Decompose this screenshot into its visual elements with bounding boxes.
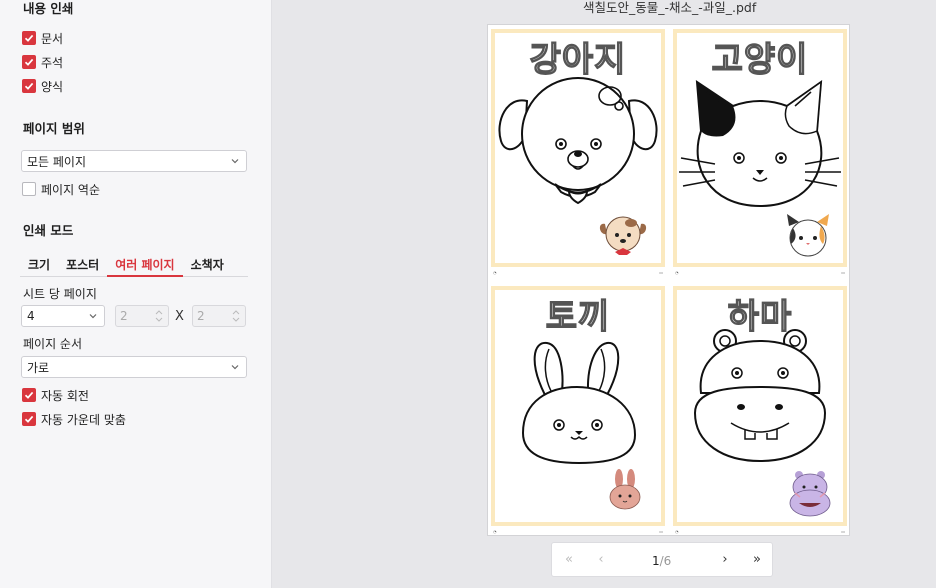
checkbox-label: 자동 가운데 맞춤 xyxy=(41,412,126,427)
brand-mark-icon: ▭ xyxy=(841,529,845,534)
checkbox-checked-icon[interactable] xyxy=(22,79,36,93)
stepper-arrows-icon xyxy=(155,310,163,322)
checkbox-reverse-pages[interactable]: 페이지 역순 xyxy=(22,181,100,197)
checkbox-document[interactable]: 문서 xyxy=(22,30,63,46)
stepper-arrows-icon xyxy=(232,310,240,322)
rows-value: 2 xyxy=(197,309,205,323)
checkbox-label: 문서 xyxy=(41,31,64,46)
tab-booklet[interactable]: 소책자 xyxy=(183,253,232,276)
publisher-logo-icon: ◔ xyxy=(675,529,679,534)
previous-page-icon[interactable]: ‹ xyxy=(594,553,608,567)
current-page-number[interactable]: 1 xyxy=(652,554,660,568)
preview-page-cat: 고양이 ◔ ▭ xyxy=(671,26,849,276)
page-order-label: 페이지 순서 xyxy=(23,337,83,351)
hippo-drawing-icon xyxy=(693,329,831,517)
chevron-down-icon xyxy=(89,314,97,319)
checkbox-checked-icon[interactable] xyxy=(22,388,36,402)
tab-size[interactable]: 크기 xyxy=(20,253,58,276)
pages-per-sheet-value: 4 xyxy=(27,309,35,323)
times-separator: X xyxy=(175,309,184,324)
publisher-logo-icon: ◔ xyxy=(493,270,497,275)
print-mode-tabs: 크기 포스터 여러 페이지 소책자 xyxy=(20,253,248,277)
page-navigator: « ‹ 1/6 › » xyxy=(551,542,773,577)
checkbox-forms[interactable]: 양식 xyxy=(22,78,63,94)
checkbox-checked-icon[interactable] xyxy=(22,31,36,45)
checkbox-annotations[interactable]: 주석 xyxy=(22,54,63,70)
checkbox-auto-center[interactable]: 자동 가운데 맞춤 xyxy=(22,411,126,427)
chevron-down-icon xyxy=(231,159,239,164)
publisher-logo-icon: ◔ xyxy=(493,529,497,534)
checkbox-label: 주석 xyxy=(41,55,64,70)
page-range-select[interactable]: 모든 페이지 xyxy=(21,150,247,172)
brand-mark-icon: ▭ xyxy=(841,270,845,275)
page-order-value: 가로 xyxy=(27,360,50,375)
total-pages: /6 xyxy=(659,554,672,568)
next-page-icon[interactable]: › xyxy=(718,553,732,567)
rabbit-drawing-icon xyxy=(521,341,645,515)
brand-mark-icon: ▭ xyxy=(659,529,663,534)
page-order-select[interactable]: 가로 xyxy=(21,356,247,378)
columns-value: 2 xyxy=(120,309,128,323)
rows-stepper[interactable]: 2 xyxy=(192,305,246,327)
tab-poster[interactable]: 포스터 xyxy=(58,253,107,276)
checkbox-checked-icon[interactable] xyxy=(22,412,36,426)
print-preview-sheet: 강아지 ◔ ▭ 고양이 ◔ ▭ 토끼 ◔ ▭ 하마 ◔ ▭ xyxy=(487,24,850,536)
preview-page-puppy: 강아지 ◔ ▭ xyxy=(489,26,667,276)
pages-per-sheet-label: 시트 당 페이지 xyxy=(23,287,97,301)
page-range-title: 페이지 범위 xyxy=(23,121,85,136)
checkbox-label: 페이지 역순 xyxy=(41,182,101,197)
preview-page-rabbit: 토끼 ◔ ▭ xyxy=(489,283,667,535)
first-page-icon[interactable]: « xyxy=(562,553,576,567)
checkbox-checked-icon[interactable] xyxy=(22,55,36,69)
pages-per-sheet-select[interactable]: 4 xyxy=(21,305,105,327)
puppy-drawing-icon xyxy=(498,77,658,255)
last-page-icon[interactable]: » xyxy=(750,553,764,567)
cat-drawing-icon xyxy=(679,79,841,257)
checkbox-label: 양식 xyxy=(41,79,64,94)
preview-page-hippo: 하마 ◔ ▭ xyxy=(671,283,849,535)
checkbox-unchecked-icon[interactable] xyxy=(22,182,36,196)
preview-filename: 색칠도안_동물_-채소_-과일_.pdf xyxy=(583,0,757,15)
columns-stepper[interactable]: 2 xyxy=(115,305,169,327)
print-content-title: 내용 인쇄 xyxy=(23,1,74,16)
page-range-value: 모든 페이지 xyxy=(27,154,87,169)
checkbox-auto-rotate[interactable]: 자동 회전 xyxy=(22,387,89,403)
page-indicator: 1/6 xyxy=(652,554,671,568)
print-mode-title: 인쇄 모드 xyxy=(23,223,74,238)
publisher-logo-icon: ◔ xyxy=(675,270,679,275)
checkbox-label: 자동 회전 xyxy=(41,388,89,403)
chevron-down-icon xyxy=(231,365,239,370)
print-settings-panel: 내용 인쇄 문서 주석 양식 페이지 범위 모든 페이지 페이지 역순 인쇄 모… xyxy=(0,0,272,588)
brand-mark-icon: ▭ xyxy=(659,270,663,275)
tab-multiple-pages[interactable]: 여러 페이지 xyxy=(107,253,183,277)
